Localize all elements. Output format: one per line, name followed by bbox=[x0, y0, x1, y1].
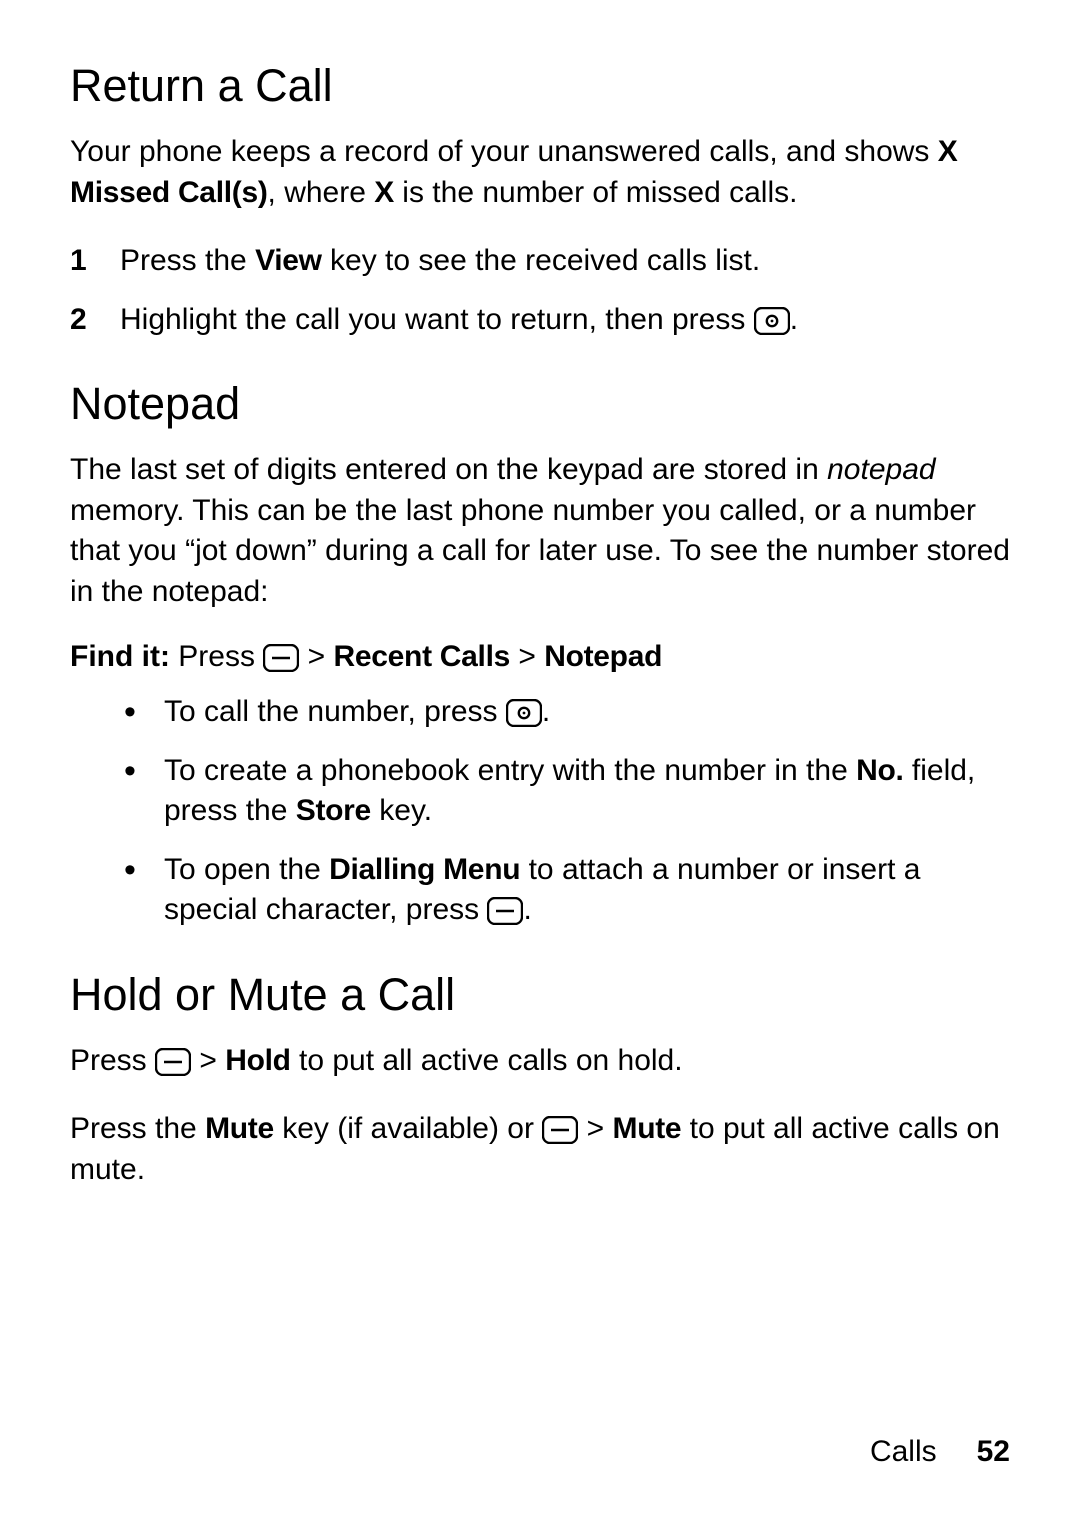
menu-key-icon bbox=[155, 1048, 191, 1076]
menu-key-icon bbox=[487, 897, 523, 925]
section-notepad: Notepad The last set of digits entered o… bbox=[70, 378, 1010, 931]
step-2: Highlight the call you want to return, t… bbox=[70, 300, 1010, 341]
text-bold: Store bbox=[296, 794, 371, 827]
return-intro: Your phone keeps a record of your unansw… bbox=[70, 132, 1010, 213]
text-bold: No. bbox=[856, 754, 903, 787]
text: > bbox=[299, 640, 333, 673]
text-bold: Mute bbox=[613, 1112, 682, 1145]
notepad-intro: The last set of digits entered on the ke… bbox=[70, 450, 1010, 612]
find-it-line: Find it: Press > Recent Calls > Notepad bbox=[70, 640, 1010, 674]
text: Your phone keeps a record of your unansw… bbox=[70, 135, 938, 168]
text: > bbox=[510, 640, 544, 673]
text-italic: notepad bbox=[827, 453, 935, 486]
text: is the number of missed calls. bbox=[394, 176, 798, 209]
text-bold: X bbox=[374, 176, 394, 209]
text: key. bbox=[371, 794, 432, 827]
text: memory. This can be the last phone numbe… bbox=[70, 494, 1010, 608]
return-steps: Press the View key to see the received c… bbox=[70, 241, 1010, 340]
text: The last set of digits entered on the ke… bbox=[70, 453, 827, 486]
text: to put all active calls on hold. bbox=[291, 1044, 683, 1077]
text: To call the number, press bbox=[164, 695, 506, 728]
text: . bbox=[542, 695, 550, 728]
bullet-3: To open the Dialling Menu to attach a nu… bbox=[124, 850, 1010, 931]
footer-page-number: 52 bbox=[977, 1435, 1010, 1468]
footer-section: Calls bbox=[870, 1435, 937, 1468]
text: Press the bbox=[120, 244, 255, 277]
text: Highlight the call you want to return, t… bbox=[120, 303, 754, 336]
text: > bbox=[578, 1112, 612, 1145]
text-bold: Mute bbox=[205, 1112, 274, 1145]
hold-para-2: Press the Mute key (if available) or > M… bbox=[70, 1109, 1010, 1190]
text-bold: View bbox=[255, 244, 322, 277]
heading-notepad: Notepad bbox=[70, 378, 1010, 430]
text: key (if available) or bbox=[274, 1112, 542, 1145]
menu-key-icon bbox=[263, 644, 299, 672]
section-return-a-call: Return a Call Your phone keeps a record … bbox=[70, 60, 1010, 340]
text: To open the bbox=[164, 853, 329, 886]
text: To create a phonebook entry with the num… bbox=[164, 754, 856, 787]
text-bold: Recent Calls bbox=[334, 640, 510, 673]
hold-para-1: Press > Hold to put all active calls on … bbox=[70, 1041, 1010, 1082]
text: . bbox=[790, 303, 798, 336]
text: , where bbox=[268, 176, 375, 209]
text: key to see the received calls list. bbox=[322, 244, 761, 277]
bullet-2: To create a phonebook entry with the num… bbox=[124, 751, 1010, 832]
step-1: Press the View key to see the received c… bbox=[70, 241, 1010, 282]
menu-key-icon bbox=[542, 1116, 578, 1144]
text: Press bbox=[70, 1044, 155, 1077]
text: Press the bbox=[70, 1112, 205, 1145]
call-key-icon bbox=[506, 699, 542, 727]
text-bold: Hold bbox=[225, 1044, 290, 1077]
section-hold-mute: Hold or Mute a Call Press > Hold to put … bbox=[70, 969, 1010, 1191]
text: Press bbox=[178, 640, 263, 673]
heading-hold-mute: Hold or Mute a Call bbox=[70, 969, 1010, 1021]
page-footer: Calls 52 bbox=[870, 1435, 1010, 1469]
manual-page: Return a Call Your phone keeps a record … bbox=[0, 0, 1080, 1521]
text: > bbox=[191, 1044, 225, 1077]
text: . bbox=[523, 893, 531, 926]
heading-return-a-call: Return a Call bbox=[70, 60, 1010, 112]
text-bold: Dialling Menu bbox=[329, 853, 520, 886]
call-key-icon bbox=[754, 307, 790, 335]
find-it-label: Find it: bbox=[70, 640, 178, 673]
text-bold: Notepad bbox=[544, 640, 662, 673]
bullet-1: To call the number, press . bbox=[124, 692, 1010, 733]
notepad-bullets: To call the number, press . To create a … bbox=[70, 692, 1010, 931]
